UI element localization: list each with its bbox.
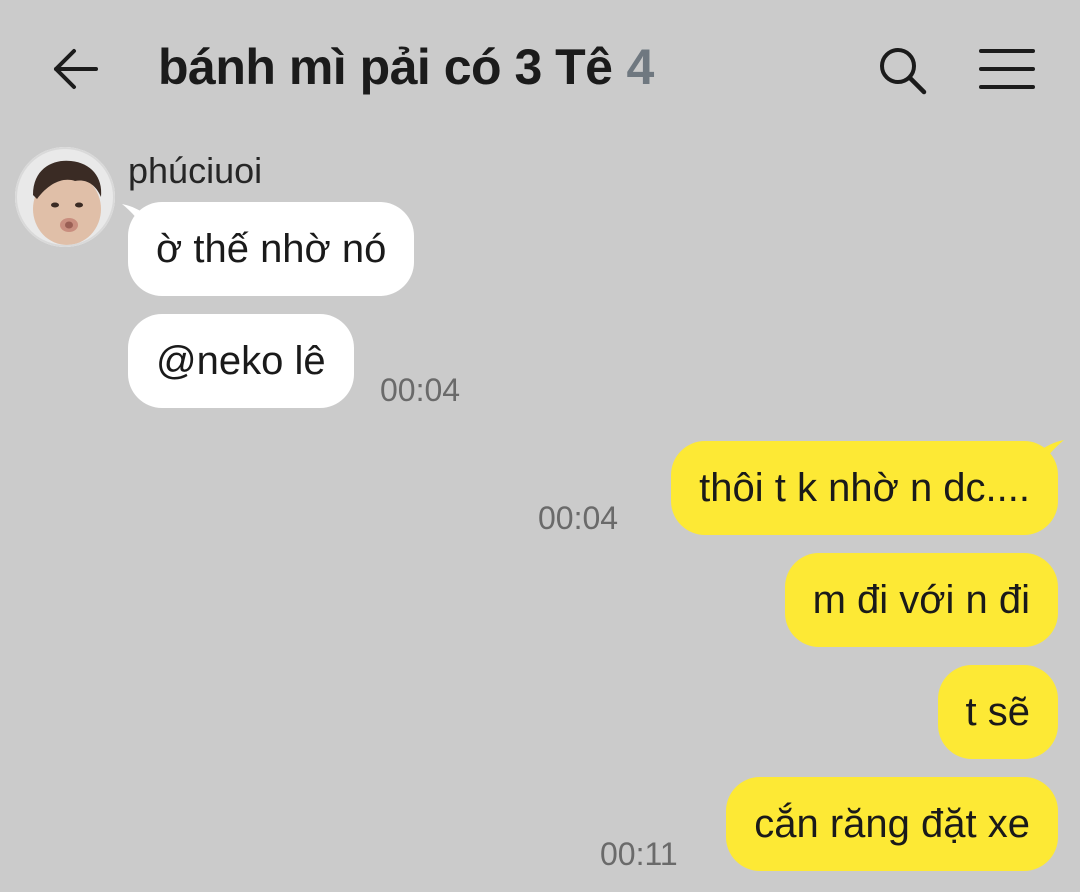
outgoing-message-bubble[interactable]: t sẽ: [937, 665, 1058, 759]
sender-name: phúciuoi: [128, 150, 263, 191]
sender-avatar[interactable]: [15, 147, 115, 247]
message-timestamp: 00:11: [600, 836, 678, 872]
outgoing-message-bubble[interactable]: cắn răng đặt xe: [726, 777, 1058, 871]
search-icon: [880, 48, 927, 95]
outgoing-message-bubble[interactable]: thôi t k nhờ n dc....: [671, 441, 1058, 535]
back-button[interactable]: [50, 42, 104, 96]
arrow-left-icon: [54, 49, 98, 89]
message-timestamp: 00:04: [380, 372, 461, 408]
chat-title: bánh mì pải có 3 Tê: [158, 39, 613, 95]
menu-button[interactable]: [978, 42, 1036, 96]
incoming-message-bubble[interactable]: ờ thế nhờ nó: [128, 202, 415, 296]
search-button[interactable]: [874, 42, 930, 98]
avatar-image: [15, 147, 115, 247]
chat-header: bánh mì pải có 3 Tê 4: [0, 0, 1080, 140]
hamburger-menu-icon: [979, 49, 1035, 89]
outgoing-message-bubble[interactable]: m đi với n đi: [784, 553, 1058, 647]
message-timestamp: 00:04: [538, 500, 619, 536]
member-count: 4: [626, 39, 655, 95]
chat-title-group[interactable]: bánh mì pải có 3 Tê 4: [158, 38, 654, 102]
incoming-message-bubble[interactable]: @neko lê: [128, 314, 354, 408]
